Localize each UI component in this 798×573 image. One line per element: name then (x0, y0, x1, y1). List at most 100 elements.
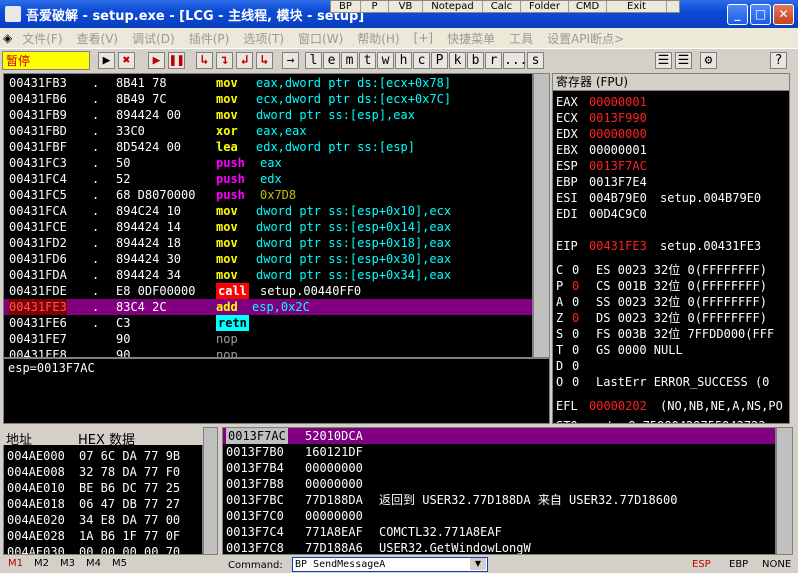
dump-row[interactable]: 004AE008 32 78 DA 77 F0 (4, 464, 202, 480)
status-reg-ebp[interactable]: EBP (729, 559, 748, 570)
menu-help[interactable]: 帮助(H) (350, 30, 406, 47)
disassembly-pane[interactable]: 00431FB3. 8B41 78 mov eax,dword ptr ds:[ecx… (3, 73, 533, 358)
dump-scrollbar[interactable] (203, 427, 218, 555)
flag-row[interactable]: T 0 GS 0000 NULL (553, 342, 789, 358)
list2-icon[interactable]: ☰ (675, 52, 692, 69)
menu-window[interactable]: 窗口(W) (291, 30, 350, 47)
disasm-row[interactable]: 00431FC4. 52 push edx (4, 171, 532, 187)
plugin-bp-button[interactable]: BP (331, 1, 361, 12)
plugin-notepad-button[interactable]: Notepad (423, 1, 483, 12)
tab-m5[interactable]: M5 (112, 558, 127, 569)
disasm-row[interactable]: 00431FE7 90 nop (4, 331, 532, 347)
list-icon[interactable]: ☰ (655, 52, 672, 69)
stack-row[interactable]: 0013F7B8 00000000 (223, 476, 775, 492)
flag-row[interactable]: O 0 LastErr ERROR_SUCCESS (0 (553, 374, 789, 390)
disasm-row[interactable]: 00431FCA. 894C24 10 mov dword ptr ss:[esp+0… (4, 203, 532, 219)
disasm-row[interactable]: 00431FDE. E8 0DF00000 call setup.00440FF0 (4, 283, 532, 299)
disasm-row[interactable]: 00431FBF. 8D5424 00 lea edx,dword ptr ss:[e… (4, 139, 532, 155)
register-row[interactable]: ESI 004B79E0 setup.004B79E0 (553, 190, 789, 206)
modules-window-button[interactable]: e (323, 52, 340, 69)
patches-window-button[interactable]: P (431, 52, 448, 69)
menu-plugins[interactable]: 插件(P) (182, 30, 237, 47)
close-icon[interactable]: ✖ (118, 52, 135, 69)
flag-row[interactable]: Z 0 DS 0023 32位 0(FFFFFFFF) (553, 310, 789, 326)
tab-m2[interactable]: M2 (34, 558, 49, 569)
register-row[interactable]: EAX 00000001 (553, 94, 789, 110)
breakpoints-window-button[interactable]: b (467, 52, 484, 69)
register-row[interactable]: ESP 0013F7AC (553, 158, 789, 174)
flag-row[interactable]: D0 (553, 358, 789, 374)
run-trace-window-button[interactable]: ... (503, 52, 527, 69)
flag-row[interactable]: S 0 FS 003B 32位 7FFDD000(FFF (553, 326, 789, 342)
fpu-st0-row[interactable]: ST0 empty 8.75980429755943723 (556, 418, 766, 423)
memory-window-button[interactable]: m (341, 52, 358, 69)
step-into-icon[interactable]: ↳ (196, 52, 213, 69)
menu-view[interactable]: 查看(V) (70, 30, 126, 47)
references-window-button[interactable]: r (485, 52, 502, 69)
menu-plus[interactable]: [+] (407, 31, 440, 45)
menu-api-breakpoint[interactable]: 设置API断点> (540, 30, 631, 47)
disasm-row[interactable]: 00431FCE. 894424 14 mov dword ptr ss:[esp+0… (4, 219, 532, 235)
handles-window-button[interactable]: h (395, 52, 412, 69)
flag-row[interactable]: C 0 ES 0023 32位 0(FFFFFFFF) (553, 262, 789, 278)
source-window-button[interactable]: s (527, 52, 544, 69)
disasm-row[interactable]: 00431FDA. 894424 34 mov dword ptr ss:[esp+0… (4, 267, 532, 283)
plugin-cmd-button[interactable]: CMD (569, 1, 607, 12)
register-row[interactable]: EDI 00D4C9C0 (553, 206, 789, 222)
dump-row[interactable]: 004AE000 07 6C DA 77 9B (4, 448, 202, 464)
plugin-vb-button[interactable]: VB (389, 1, 423, 12)
disasm-row[interactable]: 00431FB6. 8B49 7C mov ecx,dword ptr ds:[ecx… (4, 91, 532, 107)
status-reg-none[interactable]: NONE (762, 559, 791, 570)
callstack-window-button[interactable]: k (449, 52, 466, 69)
minimize-button[interactable]: _ (727, 4, 748, 25)
command-input[interactable]: BP SendMessageA (292, 557, 488, 572)
plugin-calc-button[interactable]: Calc (483, 1, 521, 12)
windows-window-button[interactable]: w (377, 52, 394, 69)
dump-row[interactable]: 004AE018 06 47 DB 77 27 (4, 496, 202, 512)
flag-row[interactable]: P 0 CS 001B 32位 0(FFFFFFFF) (553, 278, 789, 294)
dump-col-hex[interactable]: HEX 数据 (78, 429, 135, 448)
disasm-row[interactable]: 00431FE6. C3 retn (4, 315, 532, 331)
disasm-row[interactable]: 00431FB9. 894424 00 mov dword ptr ss:[esp],… (4, 107, 532, 123)
execute-till-return-icon[interactable]: → (282, 52, 299, 69)
menu-file[interactable]: 文件(F) (15, 30, 69, 47)
stack-row[interactable]: 0013F7C8 77D188A6 USER32.GetWindowLongW (223, 540, 775, 554)
maximize-button[interactable]: □ (750, 4, 771, 25)
pause-icon[interactable]: ❚❚ (168, 52, 185, 69)
run-icon[interactable]: ▶ (148, 52, 165, 69)
plugin-p-button[interactable]: P (361, 1, 389, 12)
stack-row[interactable]: 0013F7C0 00000000 (223, 508, 775, 524)
register-row[interactable]: EBX 00000001 (553, 142, 789, 158)
plugin-exit-button[interactable]: Exit (607, 1, 667, 12)
trace-over-icon[interactable]: ↳ (256, 52, 273, 69)
dump-row[interactable]: 004AE020 34 E8 DA 77 00 (4, 512, 202, 528)
disasm-row[interactable]: 00431FB3. 8B41 78 mov eax,dword ptr ds:[ecx… (4, 75, 532, 91)
stack-scrollbar[interactable] (776, 427, 793, 555)
stack-pane[interactable]: 0013F7AC 52010DCA 0013F7B0 160121DF 0013F7B4… (222, 427, 776, 555)
disasm-row[interactable]: 00431FD6. 894424 30 mov dword ptr ss:[esp+0… (4, 251, 532, 267)
stack-row[interactable]: 0013F7C4 771A8EAF COMCTL32.771A8EAF (223, 524, 775, 540)
settings-icon[interactable]: ⚙ (700, 52, 717, 69)
tab-m3[interactable]: M3 (60, 558, 75, 569)
disasm-row[interactable]: 00431FE3. 83C4 2C add esp,0x2C (4, 299, 532, 315)
dump-col-address[interactable]: 地址 (6, 429, 32, 448)
menu-debug[interactable]: 调试(D) (125, 30, 182, 47)
step-over-icon[interactable]: ↴ (216, 52, 233, 69)
disasm-row[interactable]: 00431FD2. 894424 18 mov dword ptr ss:[esp+0… (4, 235, 532, 251)
menu-icon[interactable]: ◈ (0, 31, 15, 45)
stack-row[interactable]: 0013F7BC 77D188DA 返回到 USER32.77D188DA 来自 U… (223, 492, 775, 508)
stack-row[interactable]: 0013F7AC 52010DCA (223, 428, 775, 444)
menu-shortcut[interactable]: 快捷菜单 (440, 30, 502, 47)
dump-row[interactable]: 004AE010 BE B6 DC 77 25 (4, 480, 202, 496)
plugin-folder-button[interactable]: Folder (521, 1, 569, 12)
stack-row[interactable]: 0013F7B4 00000000 (223, 460, 775, 476)
log-window-button[interactable]: l (305, 52, 322, 69)
flag-row[interactable]: A 0 SS 0023 32位 0(FFFFFFFF) (553, 294, 789, 310)
register-row[interactable]: ECX 0013F990 (553, 110, 789, 126)
help-icon[interactable]: ? (770, 52, 787, 69)
menu-options[interactable]: 选项(T) (236, 30, 291, 47)
disassembly-scrollbar[interactable] (533, 73, 550, 358)
register-row-eip[interactable]: EIP 00431FE3 setup.00431FE3 (553, 238, 789, 254)
disasm-row[interactable]: 00431FBD. 33C0 xor eax,eax (4, 123, 532, 139)
registers-pane[interactable]: 寄存器 (FPU) EAX 00000001 ECX 0013F990 EDX 00000… (552, 73, 790, 424)
